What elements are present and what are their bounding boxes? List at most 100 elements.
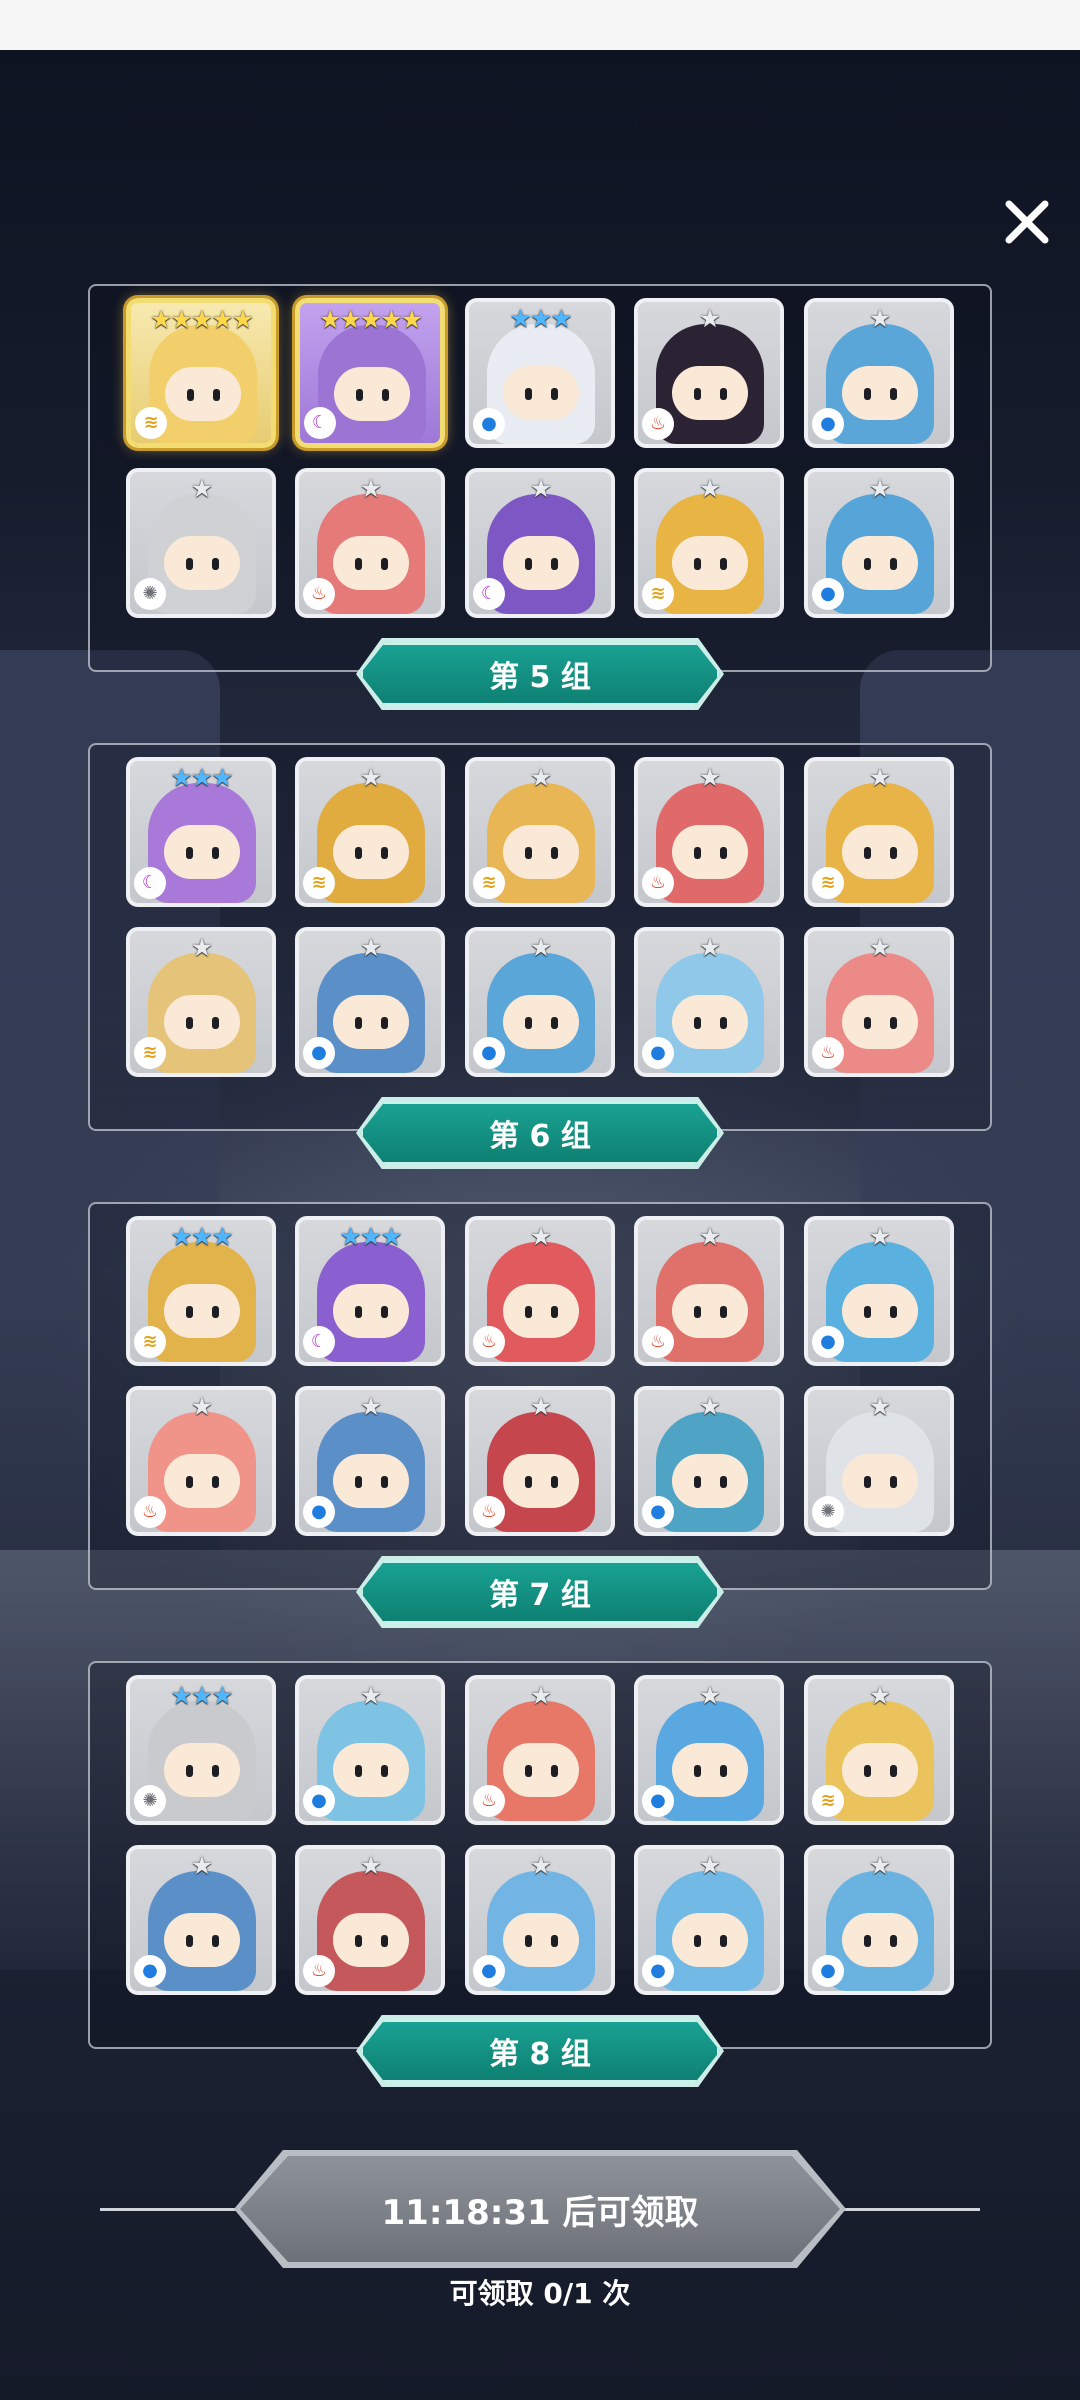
hero-card[interactable]: ★ ● <box>634 927 784 1077</box>
hero-card[interactable]: ★ ≋ <box>295 757 445 907</box>
hero-card[interactable]: ★ ♨ <box>634 757 784 907</box>
hero-card[interactable]: ★ ● <box>634 1675 784 1825</box>
group-label: 第 6 组 <box>360 1101 720 1165</box>
hero-face <box>842 1454 918 1508</box>
star-rating-icon: ★★★ <box>170 1681 233 1710</box>
hero-card[interactable]: ★★★ ☾ <box>295 1216 445 1366</box>
hero-face <box>503 825 579 879</box>
hero-card[interactable]: ★ ● <box>804 1845 954 1995</box>
hero-card[interactable]: ★ ♨ <box>465 1216 615 1366</box>
star-rating-icon: ★ <box>698 474 721 503</box>
hero-eye <box>720 1935 727 1947</box>
hero-card[interactable]: ★ ● <box>295 927 445 1077</box>
hero-eye <box>355 1306 362 1318</box>
hero-face <box>333 1913 409 1967</box>
claim-button-label: 11:18:31 后可领取 <box>381 2192 699 2233</box>
hero-card[interactable]: ★ ≋ <box>634 468 784 618</box>
fire-element-icon: ♨ <box>136 1498 164 1526</box>
star-rating-icon: ★ <box>359 1392 382 1421</box>
hero-card[interactable]: ★★★ ● <box>465 298 615 448</box>
hero-face <box>672 366 748 420</box>
wind-element-icon: ≋ <box>305 869 333 897</box>
water-element-icon: ● <box>475 1957 503 1985</box>
hero-face <box>503 536 579 590</box>
hero-face <box>842 825 918 879</box>
hero-card[interactable]: ★ ● <box>804 1216 954 1366</box>
hero-face <box>842 1284 918 1338</box>
fire-element-icon: ♨ <box>814 1039 842 1067</box>
hero-card[interactable]: ★ ● <box>126 1845 276 1995</box>
hero-card[interactable]: ★ ♨ <box>126 1386 276 1536</box>
hero-card[interactable]: ★ ☾ <box>465 468 615 618</box>
close-button[interactable] <box>990 185 1064 259</box>
hero-card[interactable]: ★ ● <box>295 1675 445 1825</box>
star-rating-icon: ★ <box>190 1851 213 1880</box>
hero-card[interactable]: ★ ≋ <box>126 927 276 1077</box>
wind-element-icon: ≋ <box>475 869 503 897</box>
group-label: 第 8 组 <box>360 2019 720 2083</box>
hero-eye <box>694 1476 701 1488</box>
hero-card[interactable]: ★ ● <box>634 1386 784 1536</box>
hero-card[interactable]: ★ ● <box>804 298 954 448</box>
hero-face <box>842 995 918 1049</box>
light-element-icon: ✺ <box>136 1787 164 1815</box>
hero-card[interactable]: ★★★★★ ≋ <box>126 298 276 448</box>
water-element-icon: ● <box>814 580 842 608</box>
hero-face <box>672 1454 748 1508</box>
claim-button[interactable]: 11:18:31 后可领取 <box>240 2156 840 2262</box>
dark-element-icon: ☾ <box>475 580 503 608</box>
hero-card[interactable]: ★ ● <box>465 927 615 1077</box>
star-rating-icon: ★★★ <box>339 1222 402 1251</box>
hero-face <box>503 1913 579 1967</box>
star-rating-icon: ★ <box>529 1392 552 1421</box>
fire-element-icon: ♨ <box>305 580 333 608</box>
star-rating-icon: ★ <box>698 933 721 962</box>
hero-card[interactable]: ★ ♨ <box>634 298 784 448</box>
hero-face <box>842 1913 918 1967</box>
hero-eye <box>551 388 558 400</box>
water-element-icon: ● <box>136 1957 164 1985</box>
wind-element-icon: ≋ <box>137 409 165 437</box>
hero-eye <box>187 389 194 401</box>
hero-face <box>333 995 409 1049</box>
hero-eye <box>355 1765 362 1777</box>
hero-card[interactable]: ★ ♨ <box>295 1845 445 1995</box>
hero-face <box>333 825 409 879</box>
hero-card[interactable]: ★ ✺ <box>804 1386 954 1536</box>
hero-face <box>164 1913 240 1967</box>
hero-card[interactable]: ★★★ ✺ <box>126 1675 276 1825</box>
close-icon <box>1005 200 1049 244</box>
hero-card[interactable]: ★ ♨ <box>465 1386 615 1536</box>
hero-card[interactable]: ★★★ ☾ <box>126 757 276 907</box>
hero-eye <box>186 1765 193 1777</box>
hero-card[interactable]: ★ ≋ <box>465 757 615 907</box>
hero-eye <box>381 558 388 570</box>
hero-card[interactable]: ★ ♨ <box>634 1216 784 1366</box>
hero-eye <box>212 558 219 570</box>
hero-eye <box>694 1935 701 1947</box>
hero-face <box>672 1743 748 1797</box>
hero-face <box>672 1913 748 1967</box>
hero-card[interactable]: ★ ♨ <box>295 468 445 618</box>
water-element-icon: ● <box>305 1787 333 1815</box>
hero-face <box>164 1284 240 1338</box>
hero-eye <box>694 388 701 400</box>
hero-card[interactable]: ★ ≋ <box>804 757 954 907</box>
hero-card[interactable]: ★ ● <box>804 468 954 618</box>
hero-card[interactable]: ★ ● <box>634 1845 784 1995</box>
water-element-icon: ● <box>305 1039 333 1067</box>
hero-card[interactable]: ★★★ ≋ <box>126 1216 276 1366</box>
hero-card[interactable]: ★★★★★ ☾ <box>295 298 445 448</box>
hero-card[interactable]: ★ ● <box>295 1386 445 1536</box>
hero-card[interactable]: ★ ♨ <box>465 1675 615 1825</box>
hero-face <box>503 1454 579 1508</box>
hero-eye <box>213 389 220 401</box>
hero-card[interactable]: ★ ≋ <box>804 1675 954 1825</box>
hero-face <box>334 367 410 421</box>
hero-card[interactable]: ★ ✺ <box>126 468 276 618</box>
hero-card[interactable]: ★ ● <box>465 1845 615 1995</box>
hero-eye <box>890 1765 897 1777</box>
hero-eye <box>356 389 363 401</box>
hero-face <box>503 995 579 1049</box>
hero-card[interactable]: ★ ♨ <box>804 927 954 1077</box>
